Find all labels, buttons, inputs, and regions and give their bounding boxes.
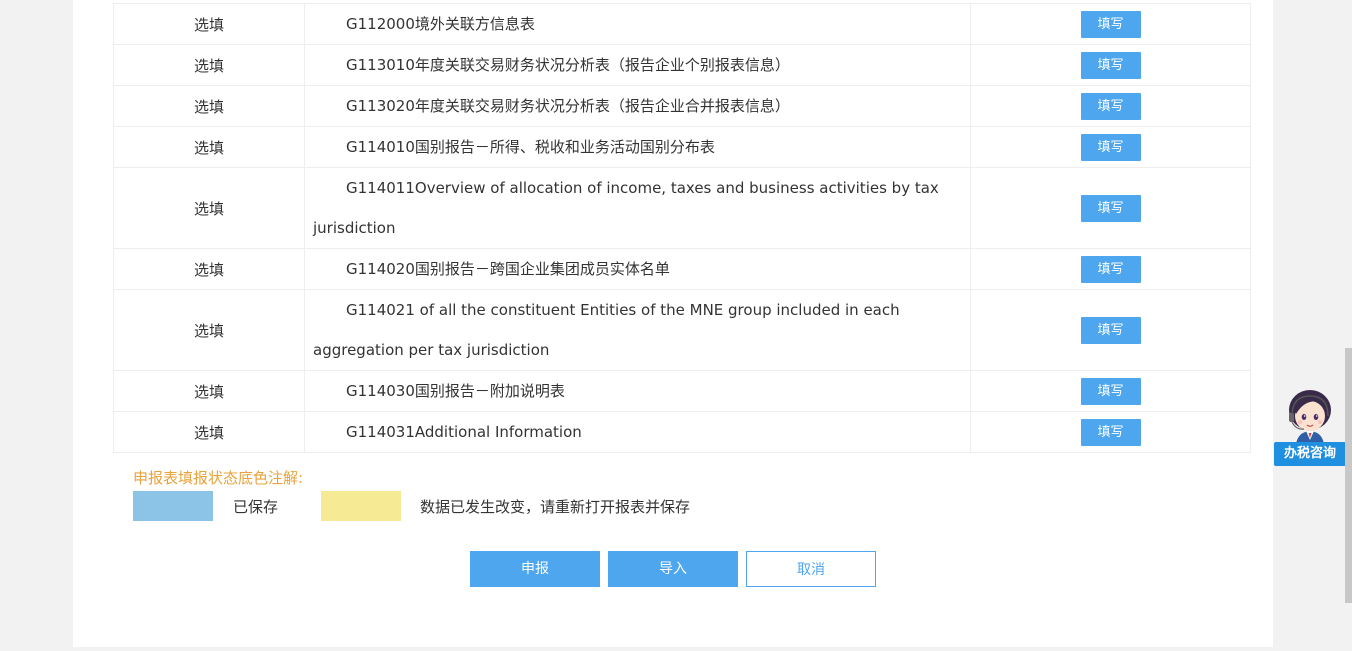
main-panel: 选填 G112000境外关联方信息表 填写 选填 G113010年度关联交易财务状况分析… bbox=[73, 0, 1273, 647]
table-row: 选填 G114020国别报告－跨国企业集团成员实体名单 填写 bbox=[113, 248, 1251, 290]
table-row: 选填 G114021 of all the constituent Entitie… bbox=[113, 289, 1251, 371]
form-name-cell: G112000境外关联方信息表 bbox=[304, 3, 971, 45]
form-name-text: G114021 of all the constituent Entities … bbox=[313, 301, 900, 359]
form-name-text: G114031Additional Information bbox=[346, 423, 582, 441]
table-row: 选填 G114011Overview of allocation of incom… bbox=[113, 167, 1251, 249]
fill-form-button[interactable]: 填写 bbox=[1080, 194, 1141, 222]
saved-legend-label: 已保存 bbox=[233, 498, 279, 516]
form-name-text: G114030国别报告－附加说明表 bbox=[346, 382, 565, 400]
table-row: 选填 G113020年度关联交易财务状况分析表（报告企业合并报表信息） 填写 bbox=[113, 85, 1251, 127]
import-button[interactable]: 导入 bbox=[608, 551, 738, 587]
required-status-cell: 选填 bbox=[113, 289, 305, 371]
action-cell: 填写 bbox=[970, 126, 1251, 168]
form-name-text: G112000境外关联方信息表 bbox=[346, 15, 535, 33]
fill-form-button[interactable]: 填写 bbox=[1080, 316, 1141, 344]
required-status-cell: 选填 bbox=[113, 44, 305, 86]
form-name-cell: G113010年度关联交易财务状况分析表（报告企业个别报表信息） bbox=[304, 44, 971, 86]
required-status-cell: 选填 bbox=[113, 370, 305, 412]
action-cell: 填写 bbox=[970, 411, 1251, 453]
legend-title: 申报表填报状态底色注解: bbox=[133, 469, 304, 487]
form-name-text: G113020年度关联交易财务状况分析表（报告企业合并报表信息） bbox=[346, 97, 790, 115]
table-row: 选填 G114030国别报告－附加说明表 填写 bbox=[113, 370, 1251, 412]
changed-legend-label: 数据已发生改变，请重新打开报表并保存 bbox=[420, 498, 691, 516]
report-form-table-body: 选填 G112000境外关联方信息表 填写 选填 G113010年度关联交易财务状况分析… bbox=[113, 3, 1251, 453]
required-status-cell: 选填 bbox=[113, 248, 305, 290]
table-row: 选填 G113010年度关联交易财务状况分析表（报告企业个别报表信息） 填写 bbox=[113, 44, 1251, 86]
required-status-cell: 选填 bbox=[113, 411, 305, 453]
saved-color-swatch bbox=[133, 491, 213, 521]
required-status-cell: 选填 bbox=[113, 126, 305, 168]
fill-form-button[interactable]: 填写 bbox=[1080, 377, 1141, 405]
action-cell: 填写 bbox=[970, 3, 1251, 45]
table-row: 选填 G114031Additional Information 填写 bbox=[113, 411, 1251, 453]
form-name-text: G113010年度关联交易财务状况分析表（报告企业个别报表信息） bbox=[346, 56, 790, 74]
action-cell: 填写 bbox=[970, 289, 1251, 371]
fill-form-button[interactable]: 填写 bbox=[1080, 51, 1141, 79]
fill-form-button[interactable]: 填写 bbox=[1080, 92, 1141, 120]
tax-consult-label[interactable]: 办税咨询 bbox=[1274, 442, 1346, 466]
table-row: 选填 G112000境外关联方信息表 填写 bbox=[113, 3, 1251, 45]
action-cell: 填写 bbox=[970, 248, 1251, 290]
action-cell: 填写 bbox=[970, 85, 1251, 127]
fill-form-button[interactable]: 填写 bbox=[1080, 255, 1141, 283]
required-status-cell: 选填 bbox=[113, 85, 305, 127]
changed-color-swatch bbox=[321, 491, 401, 521]
fill-form-button[interactable]: 填写 bbox=[1080, 10, 1141, 38]
form-name-cell: G113020年度关联交易财务状况分析表（报告企业合并报表信息） bbox=[304, 85, 971, 127]
fill-form-button[interactable]: 填写 bbox=[1080, 418, 1141, 446]
required-status-cell: 选填 bbox=[113, 167, 305, 249]
fill-form-button[interactable]: 填写 bbox=[1080, 133, 1141, 161]
form-name-cell: G114030国别报告－附加说明表 bbox=[304, 370, 971, 412]
action-cell: 填写 bbox=[970, 44, 1251, 86]
form-name-cell: G114031Additional Information bbox=[304, 411, 971, 453]
tax-consult-widget[interactable]: 办税咨询 bbox=[1274, 388, 1346, 468]
form-name-cell: G114021 of all the constituent Entities … bbox=[304, 289, 971, 371]
form-name-cell: G114010国别报告－所得、税收和业务活动国别分布表 bbox=[304, 126, 971, 168]
action-cell: 填写 bbox=[970, 370, 1251, 412]
report-form-table: 选填 G112000境外关联方信息表 填写 选填 G113010年度关联交易财务状况分析… bbox=[113, 3, 1251, 453]
form-name-cell: G114020国别报告－跨国企业集团成员实体名单 bbox=[304, 248, 971, 290]
page-scrollbar-thumb[interactable] bbox=[1345, 348, 1352, 603]
form-name-text: G114020国别报告－跨国企业集团成员实体名单 bbox=[346, 260, 670, 278]
action-cell: 填写 bbox=[970, 167, 1251, 249]
cancel-button[interactable]: 取消 bbox=[746, 551, 876, 587]
required-status-cell: 选填 bbox=[113, 3, 305, 45]
customer-service-avatar-icon bbox=[1289, 390, 1331, 444]
form-name-text: G114011Overview of allocation of income,… bbox=[313, 179, 939, 237]
form-name-text: G114010国别报告－所得、税收和业务活动国别分布表 bbox=[346, 138, 715, 156]
table-row: 选填 G114010国别报告－所得、税收和业务活动国别分布表 填写 bbox=[113, 126, 1251, 168]
submit-button[interactable]: 申报 bbox=[470, 551, 600, 587]
form-name-cell: G114011Overview of allocation of income,… bbox=[304, 167, 971, 249]
